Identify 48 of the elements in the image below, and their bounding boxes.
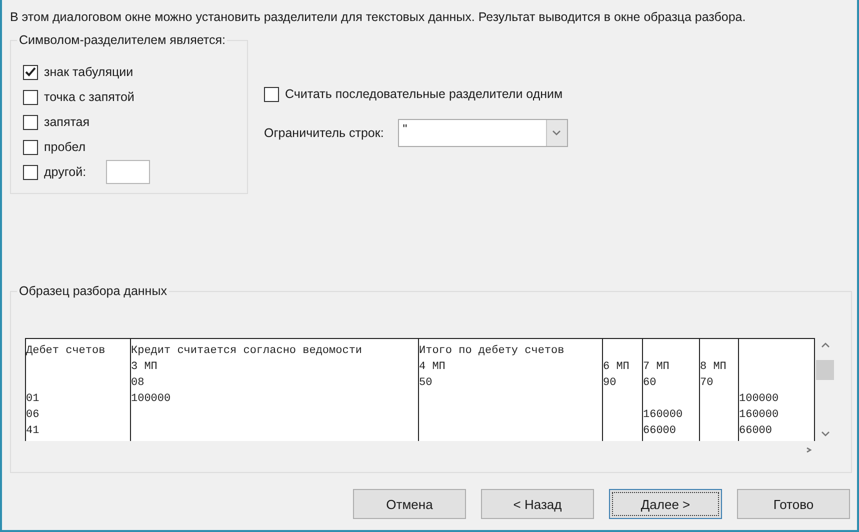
table-cell-text: 60 <box>643 376 658 391</box>
table-cell-text: 01 <box>26 392 40 407</box>
table-cell-text: 8 МП <box>700 360 728 375</box>
scrollbar-thumb[interactable] <box>816 360 834 380</box>
checkbox[interactable] <box>23 90 38 104</box>
checkbox[interactable] <box>264 86 279 102</box>
checkbox-label[interactable]: знак табуляции <box>44 65 134 79</box>
table-cell-text: 50 <box>419 376 434 391</box>
scroll-up-icon[interactable] <box>820 342 830 348</box>
table-cell-text: 160000 <box>643 408 684 423</box>
checkbox[interactable] <box>23 114 38 130</box>
qualifier-dropdown[interactable]: " <box>398 119 568 147</box>
table-cell-text: 100000 <box>739 392 780 407</box>
checkbox-label[interactable]: точка с запятой <box>44 90 134 104</box>
checkbox-label[interactable]: другой: <box>44 165 86 179</box>
table-cell-text: 7 МП <box>643 360 670 375</box>
table-cell-text: 90 <box>603 376 618 391</box>
dialog-button[interactable]: Далее > <box>609 489 722 519</box>
chevron-down-icon[interactable] <box>552 130 562 136</box>
table-cell-text: Дебет счетов <box>26 344 106 359</box>
checkbox-label[interactable]: Считать последовательные разделители одним <box>285 87 563 101</box>
input-field[interactable] <box>106 160 150 184</box>
dialog-button[interactable]: < Назад <box>481 489 594 519</box>
table-cell-text: 6 МП <box>603 360 630 375</box>
checkbox[interactable] <box>23 64 38 80</box>
group-title: Символом-разделителем является: <box>17 33 228 47</box>
checkbox[interactable] <box>23 140 38 154</box>
table-cell-text: 100000 <box>131 392 172 407</box>
table-cell-text: 08 <box>131 376 146 391</box>
table-cell-text: 4 МП <box>419 360 446 375</box>
instruction-text: В этом диалоговом окне можно установить разделители для текстовых данных. Результат выводится в окне образца разбора. <box>10 10 747 24</box>
checkbox[interactable] <box>23 164 38 180</box>
table-cell-text: 66000 <box>643 424 678 439</box>
table-cell-text: 41 <box>26 424 40 439</box>
scroll-down-icon[interactable] <box>820 431 830 437</box>
field-label: Ограничитель строк: <box>264 126 384 140</box>
dialog-button[interactable]: Готово <box>737 489 850 519</box>
table-cell-text: 160000 <box>739 408 780 423</box>
table-cell-text: Кредит считается согласно ведомости <box>131 344 364 359</box>
table-cell-text: Итого по дебету счетов <box>419 344 566 359</box>
group-title: Образец разбора данных <box>17 284 169 298</box>
checkbox-label[interactable]: запятая <box>44 115 90 129</box>
checkbox-label[interactable]: пробел <box>44 140 86 154</box>
table-cell-text: 3 МП <box>131 360 158 375</box>
dialog-button[interactable]: Отмена <box>353 489 466 519</box>
table-cell-text: 66000 <box>739 424 774 439</box>
table-cell-text: 70 <box>700 376 714 391</box>
table-cell-text: 06 <box>26 408 40 423</box>
